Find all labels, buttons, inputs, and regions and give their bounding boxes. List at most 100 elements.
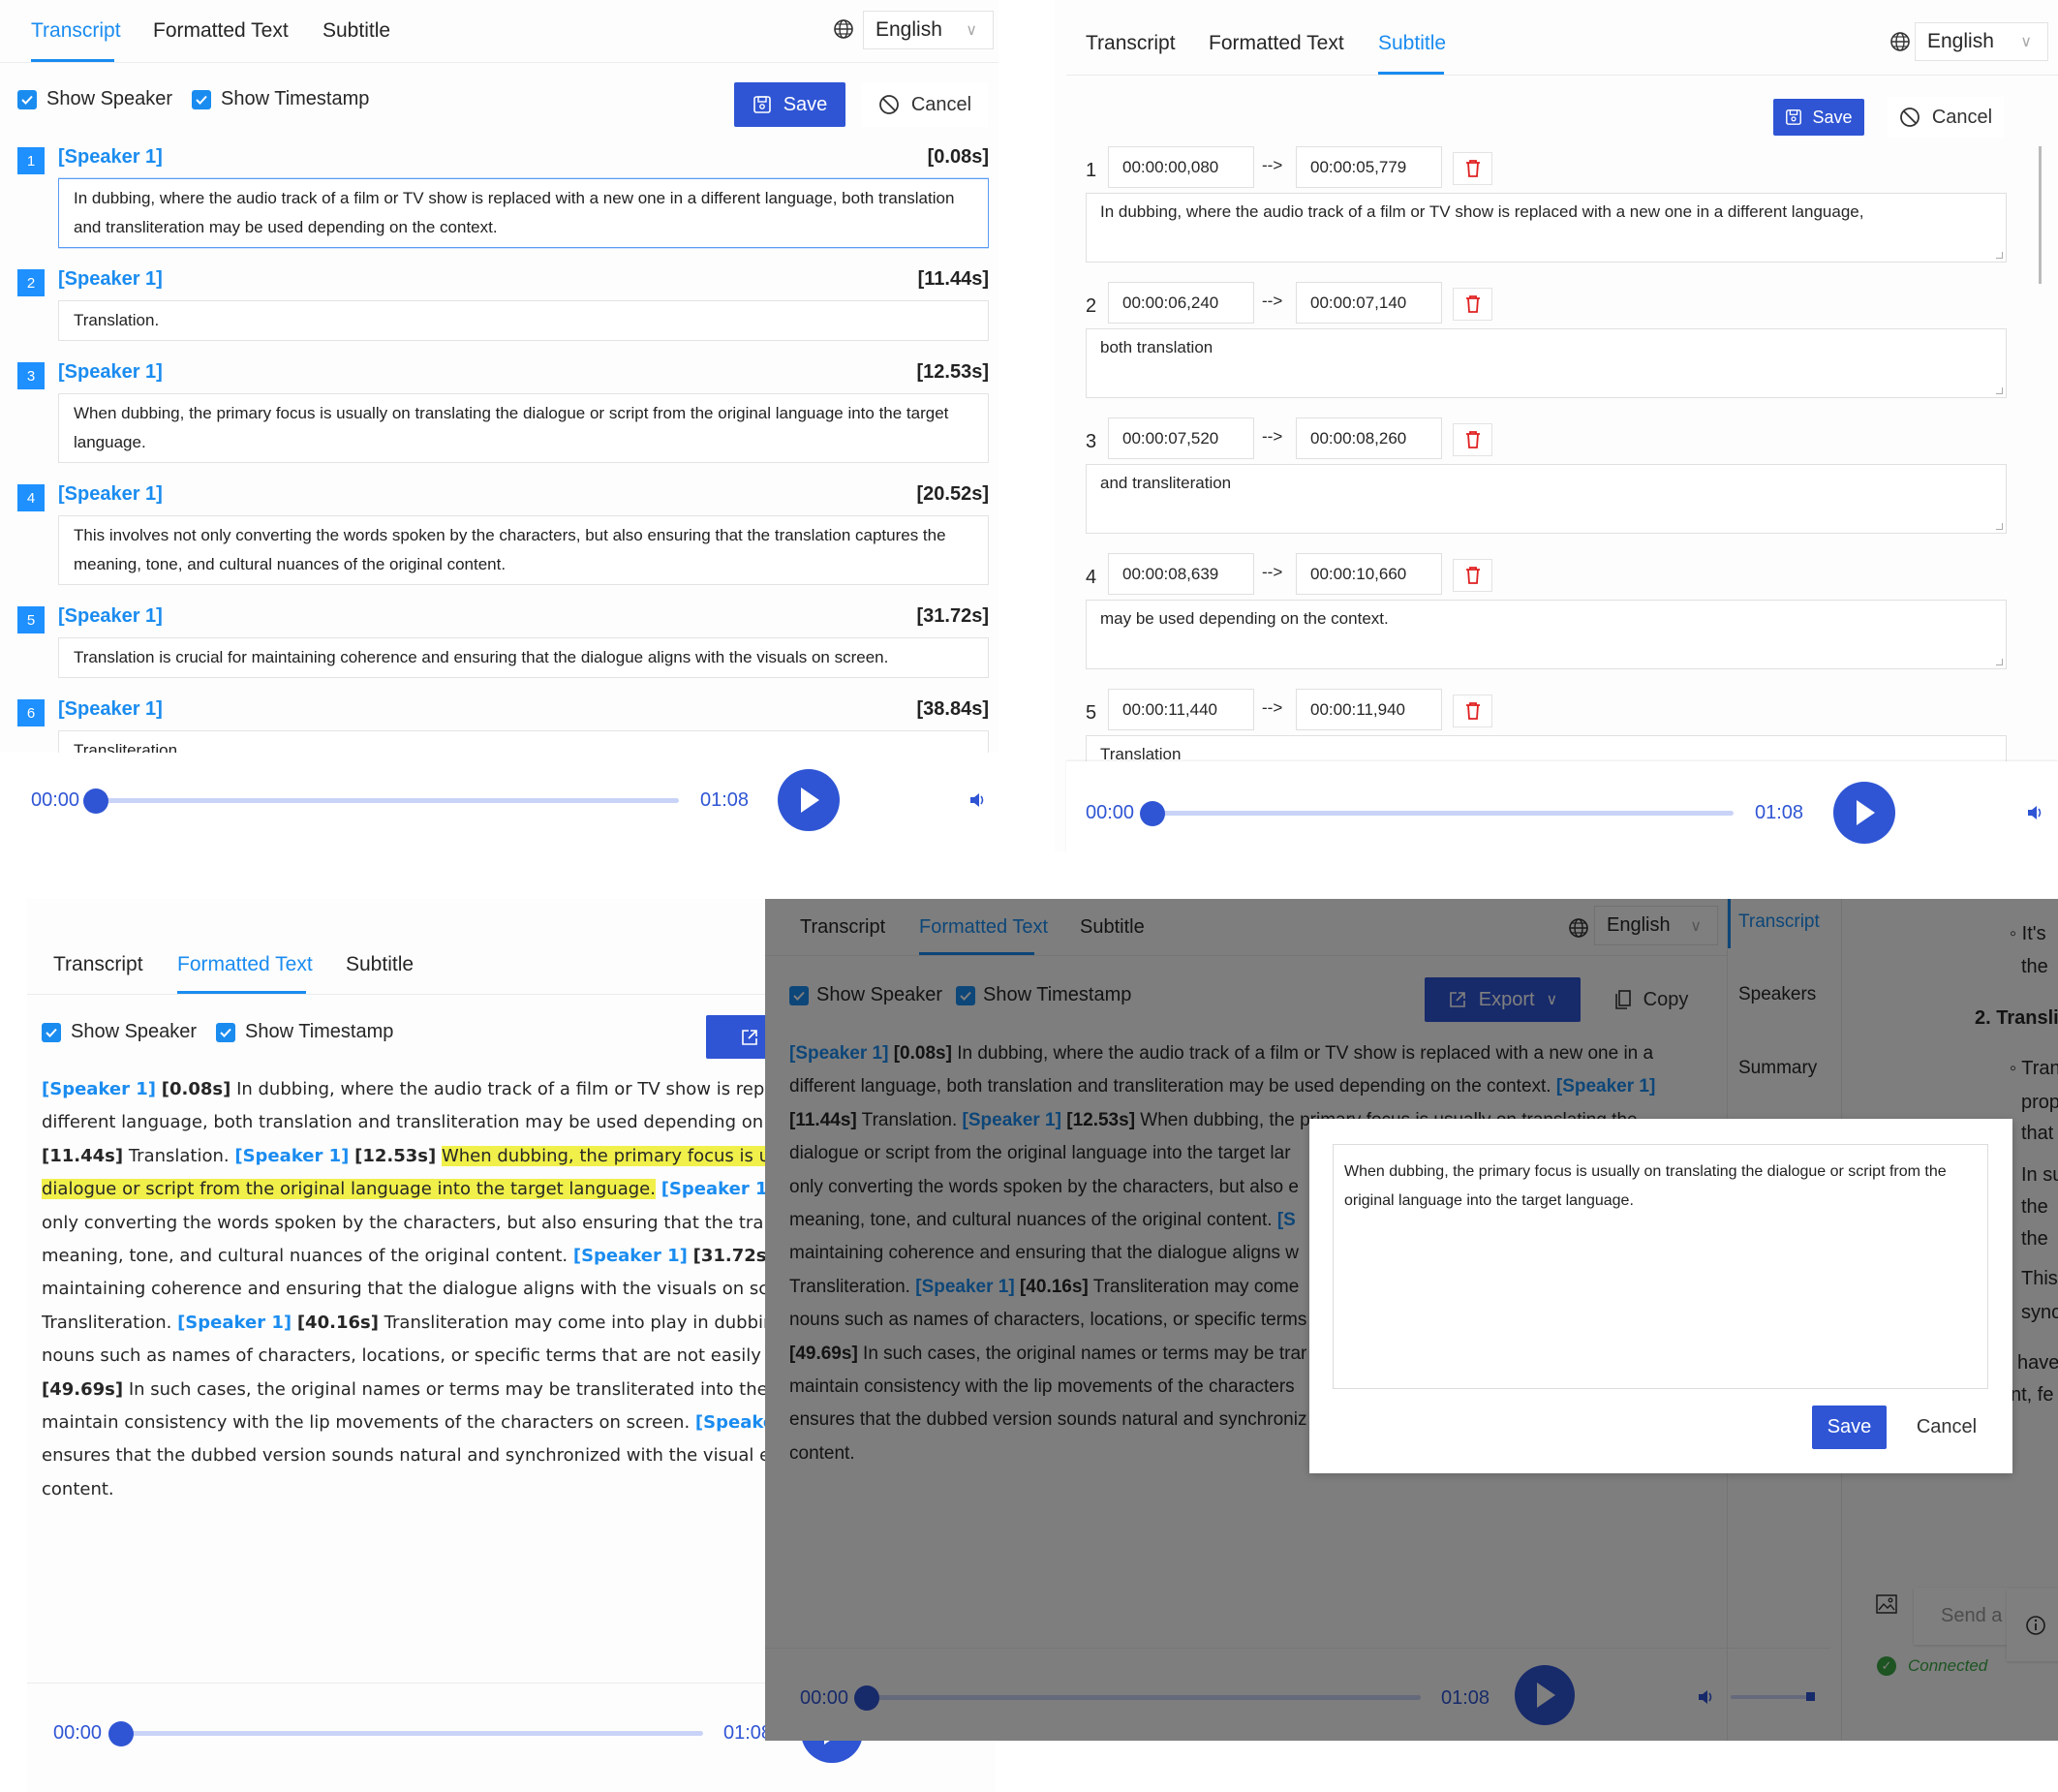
speaker-label[interactable]: [Speaker 1] bbox=[58, 698, 163, 721]
cue-text-input[interactable]: may be used depending on the context. bbox=[1086, 600, 2007, 669]
speaker-tag[interactable]: [Speaker 1] bbox=[177, 1313, 292, 1333]
delete-cue-button[interactable] bbox=[1453, 695, 1492, 727]
progress-slider[interactable] bbox=[96, 798, 679, 803]
text-run: Translation. bbox=[123, 1145, 235, 1166]
segment-text-input[interactable]: Translation is crucial for maintaining c… bbox=[58, 637, 989, 678]
segment-text-input[interactable]: When dubbing, the primary focus is usual… bbox=[58, 393, 989, 463]
cue-end-time-input[interactable]: 00:00:10,660 bbox=[1296, 553, 1442, 595]
slider-thumb[interactable] bbox=[108, 1721, 134, 1746]
cancel-button[interactable]: Cancel bbox=[862, 82, 988, 127]
cue-end-time-input[interactable]: 00:00:05,779 bbox=[1296, 146, 1442, 188]
speaker-label[interactable]: [Speaker 1] bbox=[58, 361, 163, 384]
show-timestamp-checkbox[interactable] bbox=[216, 1023, 235, 1042]
show-speaker-checkbox[interactable] bbox=[17, 90, 37, 109]
modal-cancel-button[interactable]: Cancel bbox=[1898, 1406, 1995, 1449]
save-icon bbox=[1786, 109, 1802, 125]
segment-text-input[interactable]: In dubbing, where the audio track of a f… bbox=[58, 178, 989, 248]
tab-transcript[interactable]: Transcript bbox=[53, 953, 143, 976]
volume-icon[interactable] bbox=[968, 791, 986, 809]
show-timestamp-checkbox[interactable] bbox=[192, 90, 211, 109]
cancel-button[interactable]: Cancel bbox=[1888, 97, 2004, 138]
segment-timestamp: [12.53s] bbox=[916, 360, 990, 383]
save-button[interactable]: Save bbox=[734, 82, 845, 127]
cancel-icon bbox=[878, 95, 899, 114]
cue-number: 1 bbox=[1086, 160, 1097, 181]
show-speaker-checkbox[interactable] bbox=[42, 1023, 61, 1042]
transcript-segment: [Speaker 1] [0.08s] In dubbing, where the … bbox=[58, 139, 989, 248]
segment-text-input[interactable]: Transliteration. bbox=[58, 730, 989, 753]
scrollbar[interactable] bbox=[2039, 146, 2042, 284]
volume-icon[interactable] bbox=[2026, 804, 2043, 821]
highlighted-text[interactable]: dialogue or script from the original lan… bbox=[42, 1179, 656, 1200]
audio-player: 00:00 01:08 bbox=[1066, 761, 2058, 852]
language-select[interactable]: English ∨ bbox=[1915, 22, 2048, 61]
cue-start-time-input[interactable]: 00:00:08,639 bbox=[1108, 553, 1254, 595]
delete-cue-button[interactable] bbox=[1453, 152, 1492, 185]
cue-arrow: --> bbox=[1262, 292, 1283, 310]
cue-number: 5 bbox=[1086, 702, 1097, 724]
subtitle-cue: 5 00:00:11,440 --> 00:00:11,940 Translation bbox=[1086, 689, 2025, 761]
current-time: 00:00 bbox=[1086, 802, 1135, 823]
modal-save-button[interactable]: Save bbox=[1812, 1406, 1887, 1449]
speaker-label[interactable]: [Speaker 1] bbox=[58, 146, 163, 169]
segment-number: 3 bbox=[17, 362, 45, 389]
segment-number: 6 bbox=[17, 699, 45, 726]
tab-formatted-text[interactable]: Formatted Text bbox=[1209, 32, 1344, 55]
segment-textarea[interactable]: When dubbing, the primary focus is usual… bbox=[1333, 1144, 1988, 1389]
tab-transcript[interactable]: Transcript bbox=[31, 19, 121, 43]
tab-formatted-text[interactable]: Formatted Text bbox=[177, 953, 313, 976]
play-icon bbox=[1857, 800, 1875, 825]
transcript-segment: [Speaker 1] [12.53s] When dubbing, the pri… bbox=[58, 355, 989, 463]
cue-text-input[interactable]: both translation bbox=[1086, 328, 2007, 398]
slider-thumb[interactable] bbox=[83, 788, 108, 814]
text-run: In such cases, the original names or ter… bbox=[123, 1378, 791, 1400]
segment-header: [Speaker 1] [20.52s] bbox=[58, 477, 989, 511]
play-button[interactable] bbox=[1833, 782, 1895, 844]
text-run: only converting the words spoken by the … bbox=[42, 1212, 784, 1233]
tab-subtitle[interactable]: Subtitle bbox=[323, 19, 390, 43]
show-speaker-label: Show Speaker bbox=[71, 1021, 198, 1042]
delete-cue-button[interactable] bbox=[1453, 423, 1492, 456]
speaker-tag[interactable]: [Speaker 1] bbox=[42, 1079, 156, 1099]
speaker-tag[interactable]: [Speaker 1] bbox=[661, 1179, 776, 1199]
text-run: maintain consistency with the lip moveme… bbox=[42, 1412, 695, 1434]
segment-timestamp: [11.44s] bbox=[917, 267, 989, 290]
speaker-tag[interactable]: [Speaker 1] bbox=[573, 1246, 688, 1266]
segment-timestamp: [20.52s] bbox=[916, 482, 990, 505]
progress-slider[interactable] bbox=[120, 1731, 703, 1736]
language-select[interactable]: English ∨ bbox=[863, 11, 994, 49]
text-run: nouns such as names of characters, locat… bbox=[42, 1345, 792, 1367]
cue-start-time-input[interactable]: 00:00:06,240 bbox=[1108, 282, 1254, 324]
progress-slider[interactable] bbox=[1152, 811, 1734, 816]
cue-arrow: --> bbox=[1262, 563, 1283, 581]
tab-subtitle[interactable]: Subtitle bbox=[346, 953, 414, 976]
cue-start-time-input[interactable]: 00:00:07,520 bbox=[1108, 417, 1254, 459]
cue-start-time-input[interactable]: 00:00:11,440 bbox=[1108, 689, 1254, 730]
speaker-tag[interactable]: [Speaker 1] bbox=[234, 1146, 349, 1166]
speaker-label[interactable]: [Speaker 1] bbox=[58, 268, 163, 291]
cue-start-time-input[interactable]: 00:00:00,080 bbox=[1108, 146, 1254, 188]
speaker-label[interactable]: [Speaker 1] bbox=[58, 483, 163, 506]
subtitle-cue: 1 00:00:00,080 --> 00:00:05,779 In dubbing, … bbox=[1086, 146, 2025, 282]
slider-thumb[interactable] bbox=[1140, 801, 1165, 826]
tab-formatted-text[interactable]: Formatted Text bbox=[153, 19, 289, 43]
segment-text-input[interactable]: This involves not only converting the wo… bbox=[58, 515, 989, 585]
segment-text-input[interactable]: Translation. bbox=[58, 300, 989, 341]
save-button[interactable]: Save bbox=[1773, 99, 1864, 136]
delete-cue-button[interactable] bbox=[1453, 559, 1492, 592]
cue-end-time-input[interactable]: 00:00:07,140 bbox=[1296, 282, 1442, 324]
save-label: Save bbox=[783, 93, 828, 115]
tab-transcript[interactable]: Transcript bbox=[1086, 32, 1176, 55]
play-button[interactable] bbox=[778, 769, 840, 831]
highlighted-text[interactable]: When dubbing, the primary focus is usua bbox=[441, 1145, 801, 1166]
cue-end-time-input[interactable]: 00:00:08,260 bbox=[1296, 417, 1442, 459]
delete-cue-button[interactable] bbox=[1453, 288, 1492, 321]
speaker-label[interactable]: [Speaker 1] bbox=[58, 605, 163, 628]
cue-text-input[interactable]: Translation bbox=[1086, 735, 2007, 761]
cue-text-input[interactable]: In dubbing, where the audio track of a f… bbox=[1086, 193, 2007, 263]
tab-subtitle[interactable]: Subtitle bbox=[1378, 32, 1446, 55]
save-icon bbox=[753, 96, 771, 113]
cue-end-time-input[interactable]: 00:00:11,940 bbox=[1296, 689, 1442, 730]
segment-timestamp: [0.08s] bbox=[927, 145, 989, 168]
cue-text-input[interactable]: and transliteration bbox=[1086, 464, 2007, 534]
